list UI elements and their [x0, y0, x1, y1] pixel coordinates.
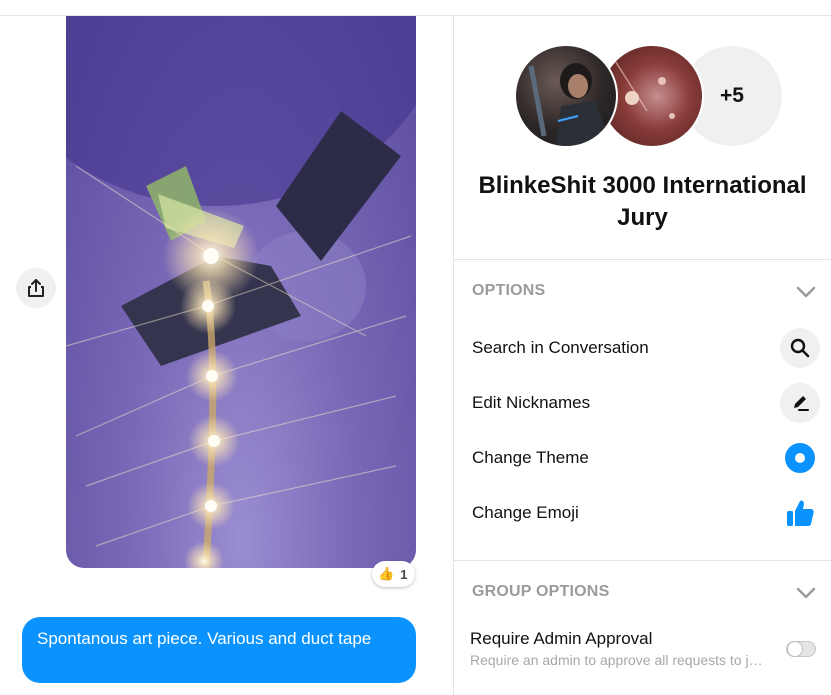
- message-bubble[interactable]: Spontanous art piece. Various and duct t…: [22, 617, 416, 683]
- option-label: Edit Nicknames: [472, 393, 591, 412]
- require-admin-approval-label: Require Admin Approval: [470, 629, 653, 648]
- require-admin-approval-description: Require an admin to approve all requests…: [470, 652, 763, 668]
- option-label: Change Emoji: [472, 503, 579, 522]
- shared-photo[interactable]: [66, 16, 416, 568]
- change-emoji-item[interactable]: Change Emoji: [454, 489, 831, 537]
- group-avatars[interactable]: +5: [514, 44, 784, 148]
- toggle-knob: [787, 641, 803, 657]
- group-name: BlinkeShit 3000 International Jury: [478, 172, 807, 231]
- search-in-conversation-item[interactable]: Search in Conversation: [454, 324, 831, 372]
- theme-icon: [780, 438, 820, 478]
- search-icon: [780, 328, 820, 368]
- share-button[interactable]: [16, 268, 56, 308]
- reaction-emoji: 👍: [378, 566, 395, 581]
- change-theme-item[interactable]: Change Theme: [454, 434, 831, 482]
- pencil-icon: [780, 383, 820, 423]
- chevron-down-icon[interactable]: [795, 586, 817, 600]
- reaction-count: 1: [400, 566, 408, 582]
- reaction-badge[interactable]: 👍 1: [372, 561, 416, 587]
- chat-pane: 👍 1 Spontanous art piece. Various and du…: [0, 16, 453, 695]
- edit-nicknames-item[interactable]: Edit Nicknames: [454, 379, 831, 427]
- options-heading[interactable]: OPTIONS: [472, 282, 545, 300]
- avatar: [514, 44, 618, 148]
- conversation-info-panel: +5 BlinkeShit 3000 International Jury OP…: [454, 16, 831, 695]
- require-admin-approval-toggle[interactable]: [786, 641, 816, 657]
- option-label: Search in Conversation: [472, 338, 649, 357]
- divider: [454, 560, 831, 561]
- top-bar: [0, 0, 831, 16]
- thumbs-up-icon: [780, 493, 820, 533]
- group-options-heading[interactable]: GROUP OPTIONS: [472, 583, 609, 601]
- photo-art-illustration: [66, 16, 416, 568]
- option-label: Change Theme: [472, 448, 589, 467]
- divider: [454, 259, 831, 260]
- chevron-down-icon[interactable]: [795, 285, 817, 299]
- share-icon: [28, 279, 44, 297]
